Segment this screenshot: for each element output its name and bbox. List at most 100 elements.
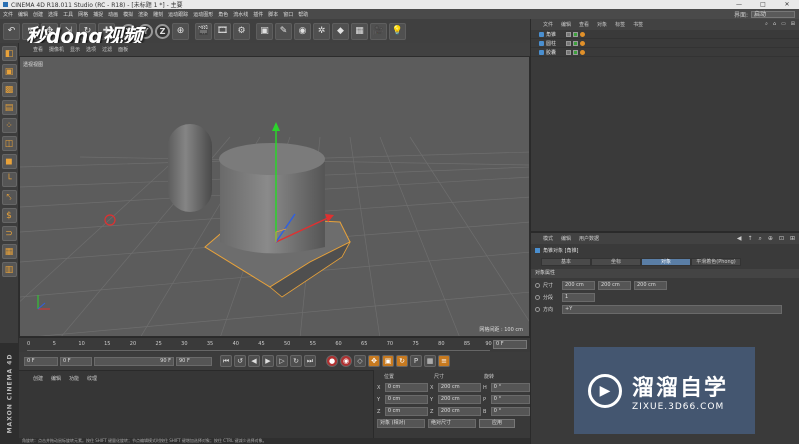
enabled-check-icon[interactable] bbox=[573, 49, 578, 55]
scene-button[interactable]: ▦ bbox=[351, 22, 368, 40]
menu-help[interactable]: 帮助 bbox=[298, 11, 308, 18]
cube-primitive-button[interactable]: ▣ bbox=[256, 22, 273, 40]
vp-menu-view[interactable]: 查看 bbox=[33, 46, 43, 53]
pos-z-field[interactable]: 0 cm bbox=[384, 407, 428, 416]
rot-h-field[interactable]: 0 ° bbox=[490, 383, 530, 392]
expand-icon[interactable]: ⊞ bbox=[790, 235, 795, 243]
obj-menu-view[interactable]: 查看 bbox=[579, 21, 589, 28]
pos-x-field[interactable]: 0 cm bbox=[384, 383, 428, 392]
vp-menu-panel[interactable]: 面板 bbox=[118, 46, 128, 53]
make-editable-icon[interactable]: ◧ bbox=[1, 46, 17, 61]
prev-key-icon[interactable]: ↺ bbox=[234, 355, 246, 367]
menu-animate[interactable]: 动画 bbox=[108, 11, 118, 18]
phong-tag-icon[interactable] bbox=[580, 40, 585, 46]
back-icon[interactable]: ◀ bbox=[737, 235, 742, 243]
size-mode-dropdown[interactable]: 绝对尺寸 bbox=[428, 419, 476, 428]
visibility-toggle[interactable] bbox=[566, 40, 571, 46]
polygons-mode-icon[interactable]: ◼ bbox=[1, 154, 17, 169]
menu-sculpt[interactable]: 雕刻 bbox=[153, 11, 163, 18]
pos-y-field[interactable]: 0 cm bbox=[384, 395, 428, 404]
tab-phong[interactable]: 平滑着色(Phong) bbox=[691, 258, 741, 266]
tweak-mode-icon[interactable]: ⤣ bbox=[1, 190, 17, 205]
obj-menu-objects[interactable]: 对象 bbox=[597, 21, 607, 28]
grid-icon[interactable]: ▦ bbox=[1, 244, 17, 259]
timeline-window-icon[interactable]: ≡ bbox=[438, 355, 450, 367]
attr-menu-edit[interactable]: 编辑 bbox=[561, 235, 571, 242]
tab-object[interactable]: 对象 bbox=[641, 258, 691, 266]
end-frame-field[interactable]: 90 F bbox=[176, 356, 212, 366]
size-y-input[interactable]: 200 cm bbox=[598, 281, 631, 290]
coordinate-system-button[interactable]: ⊕ bbox=[172, 22, 189, 40]
size-y-field[interactable]: 200 cm bbox=[437, 395, 481, 404]
anim-dot-icon[interactable] bbox=[535, 283, 540, 288]
up-icon[interactable]: ↑ bbox=[748, 235, 753, 243]
obj-menu-tags[interactable]: 标签 bbox=[615, 21, 625, 28]
size-z-field[interactable]: 200 cm bbox=[437, 407, 481, 416]
render-picture-viewer-button[interactable]: 🎞 bbox=[214, 22, 231, 40]
deformer-button[interactable]: ◆ bbox=[332, 22, 349, 40]
axis-mode-icon[interactable]: └ bbox=[1, 172, 17, 187]
object-row-capsule[interactable]: 胶囊 bbox=[531, 48, 799, 57]
mat-menu-function[interactable]: 功能 bbox=[69, 375, 79, 382]
rot-b-field[interactable]: 0 ° bbox=[490, 407, 530, 416]
search-icon[interactable]: ⌕ bbox=[759, 235, 762, 243]
mat-menu-texture[interactable]: 纹理 bbox=[87, 375, 97, 382]
menu-pipeline[interactable]: 流水线 bbox=[233, 11, 248, 18]
param-key-icon[interactable]: P bbox=[410, 355, 422, 367]
goto-start-icon[interactable]: ⏮ bbox=[220, 355, 232, 367]
obj-menu-edit[interactable]: 编辑 bbox=[561, 21, 571, 28]
pos-key-icon[interactable]: ✥ bbox=[368, 355, 380, 367]
snap-icon[interactable]: $ bbox=[1, 208, 17, 223]
points-mode-icon[interactable]: ⁘ bbox=[1, 118, 17, 133]
menu-mograph[interactable]: 运动图形 bbox=[193, 11, 213, 18]
current-frame-field[interactable]: 0 F bbox=[493, 340, 527, 349]
anim-dot-icon[interactable] bbox=[535, 307, 540, 312]
nurbs-button[interactable]: ◉ bbox=[294, 22, 311, 40]
spline-pen-button[interactable]: ✎ bbox=[275, 22, 292, 40]
phong-tag-icon[interactable] bbox=[580, 31, 585, 37]
obj-menu-bookmarks[interactable]: 书签 bbox=[633, 21, 643, 28]
tab-coord[interactable]: 坐标 bbox=[591, 258, 641, 266]
menu-file[interactable]: 文件 bbox=[3, 11, 13, 18]
menu-motion-tracking[interactable]: 运动跟踪 bbox=[168, 11, 188, 18]
minimize-button[interactable]: — bbox=[727, 1, 751, 8]
menu-select[interactable]: 选择 bbox=[48, 11, 58, 18]
enabled-check-icon[interactable] bbox=[573, 31, 578, 37]
model-mode-icon[interactable]: ▣ bbox=[1, 64, 17, 79]
menu-edit[interactable]: 编辑 bbox=[18, 11, 28, 18]
attr-menu-userdata[interactable]: 用户数据 bbox=[579, 235, 599, 242]
rot-p-field[interactable]: 0 ° bbox=[490, 395, 530, 404]
new-window-icon[interactable]: ▭ bbox=[781, 21, 786, 27]
menu-render[interactable]: 渲染 bbox=[138, 11, 148, 18]
coord-mode-dropdown[interactable]: 对象 (相对) bbox=[377, 419, 425, 428]
goto-end-icon[interactable]: ⏭ bbox=[304, 355, 316, 367]
texture-mode-icon[interactable]: ▩ bbox=[1, 82, 17, 97]
rot-key-icon[interactable]: ↻ bbox=[396, 355, 408, 367]
viewport-scene[interactable] bbox=[20, 57, 530, 337]
render-view-button[interactable]: 🎬 bbox=[195, 22, 212, 40]
object-row-pyramid[interactable]: 角锥 bbox=[531, 30, 799, 39]
z-axis-button[interactable]: Z bbox=[155, 23, 170, 39]
visibility-toggle[interactable] bbox=[566, 31, 571, 37]
attr-menu-mode[interactable]: 模式 bbox=[543, 235, 553, 242]
new-window-icon[interactable]: ⊡ bbox=[779, 235, 784, 243]
camera-button[interactable]: 🎥 bbox=[370, 22, 387, 40]
key-selection-icon[interactable]: ◇ bbox=[354, 355, 366, 367]
prev-frame-icon[interactable]: ◀ bbox=[248, 355, 260, 367]
visibility-toggle[interactable] bbox=[566, 49, 571, 55]
perspective-viewport[interactable]: 透视视图 网格间距 : 100 cm bbox=[19, 56, 530, 337]
mat-menu-edit[interactable]: 编辑 bbox=[51, 375, 61, 382]
mat-menu-create[interactable]: 创建 bbox=[33, 375, 43, 382]
light-button[interactable]: 💡 bbox=[389, 22, 406, 40]
workplane-lock-icon[interactable]: ▥ bbox=[1, 262, 17, 277]
vp-menu-display[interactable]: 显示 bbox=[70, 46, 80, 53]
size-x-field[interactable]: 200 cm bbox=[437, 383, 481, 392]
menu-mesh[interactable]: 网格 bbox=[78, 11, 88, 18]
maximize-button[interactable]: □ bbox=[751, 1, 775, 8]
timeline-ruler[interactable]: 0 5 10 15 20 25 30 35 40 45 50 55 60 65 … bbox=[27, 340, 492, 351]
search-icon[interactable]: ⌕ bbox=[765, 21, 768, 27]
menu-tools[interactable]: 工具 bbox=[63, 11, 73, 18]
object-name[interactable]: 角锥 bbox=[546, 31, 564, 38]
auto-key-icon[interactable]: ◉ bbox=[340, 355, 352, 367]
menu-create[interactable]: 创建 bbox=[33, 11, 43, 18]
